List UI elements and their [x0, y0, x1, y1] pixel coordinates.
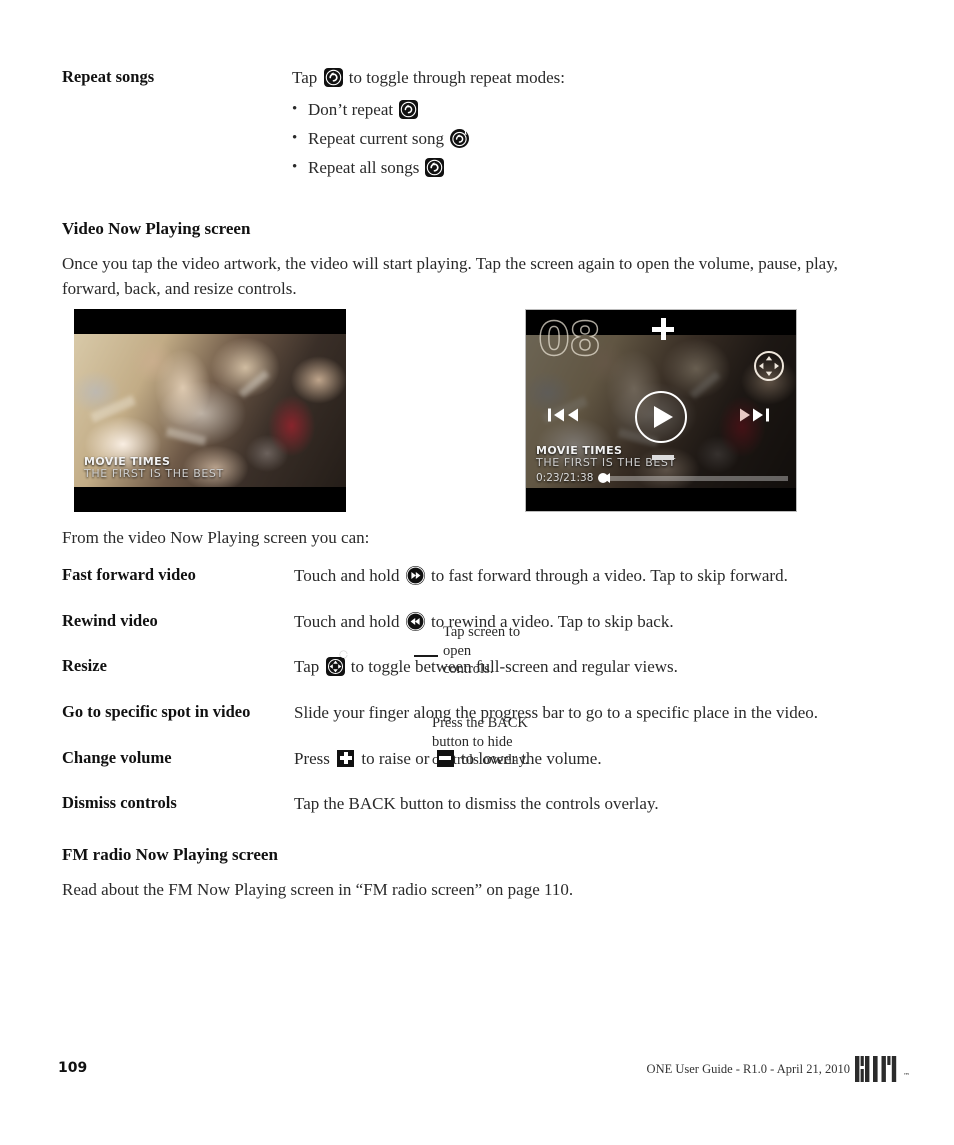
fm-radio-section: FM radio Now Playing screen Read about t…: [62, 845, 892, 903]
definition-term: Rewind video: [62, 610, 158, 630]
minus-icon[interactable]: [652, 455, 674, 460]
play-triangle: [654, 406, 673, 428]
list-item: • Repeat current song 1: [292, 129, 892, 149]
repeat-songs-row: Repeat songs Tap to toggle through repea…: [62, 66, 892, 187]
definition-text-after: to fast forward through a video. Tap to …: [431, 566, 788, 585]
repeat-all-icon: [425, 158, 445, 178]
video-section-intro: Once you tap the video artwork, the vide…: [62, 254, 838, 298]
table-row: Change volume Press to raise or to lower…: [62, 747, 902, 772]
table-row: Dismiss controls Tap the BACK button to …: [62, 792, 902, 817]
page-number: 109: [58, 1060, 88, 1076]
progress-bar-track[interactable]: [598, 472, 788, 483]
fast-forward-icon: [405, 566, 425, 585]
bullet-marker: •: [292, 130, 298, 147]
video-screenshot-with-controls: MOVIE TIMES THE FIRST IS THE BEST 0:23/2…: [525, 309, 797, 512]
rewind-icon[interactable]: [548, 407, 582, 428]
fm-section-heading: FM radio Now Playing screen: [62, 845, 278, 864]
callout-leader-white: [345, 653, 409, 656]
repeat-mode-label: Repeat all songs: [308, 157, 420, 177]
definition-description: Tap to toggle between full-screen and re…: [294, 655, 902, 680]
definition-text-after: to toggle between full-screen and regula…: [350, 657, 678, 677]
fast-forward-icon[interactable]: [740, 407, 774, 428]
trademark-symbol: ™: [903, 1072, 910, 1080]
kin-logo: [854, 1054, 900, 1084]
plus-icon: [337, 749, 355, 767]
from-video-screen-line: From the video Now Playing screen you ca…: [62, 528, 370, 547]
definition-description: Press to raise or to lower the volume.: [294, 747, 902, 772]
bullet-marker: •: [292, 159, 298, 176]
definition-text-middle: to raise or: [361, 748, 430, 768]
repeat-off-icon: [399, 100, 419, 120]
repeat-songs-section: Repeat songs Tap to toggle through repea…: [62, 66, 892, 187]
minus-horizontal-bar: [439, 756, 452, 761]
table-row: Rewind video Touch and hold to rewind a …: [62, 610, 902, 635]
table-row: Resize Tap to toggle between full-screen…: [62, 655, 902, 680]
repeat-lead-line: Tap to toggle through repeat modes:: [292, 66, 892, 91]
plus-vertical-bar: [343, 752, 348, 765]
list-item: • Don’t repeat: [292, 100, 892, 120]
footer-metadata: ONE User Guide - R1.0 - April 21, 2010: [646, 1062, 850, 1076]
definition-term: Fast forward video: [62, 565, 196, 584]
table-row: Fast forward video Touch and hold to fas…: [62, 564, 902, 589]
repeat-mode-label: Repeat current song: [308, 128, 444, 148]
repeat-songs-description: Tap to toggle through repeat modes: • Do…: [292, 66, 892, 187]
definition-description: Touch and hold to fast forward through a…: [294, 564, 902, 589]
repeat-icon: [323, 68, 343, 87]
definition-description: Tap the BACK button to dismiss the contr…: [294, 794, 659, 814]
repeat-lead-text: Tap: [292, 68, 318, 87]
repeat-songs-term: Repeat songs: [62, 67, 155, 86]
video-screenshot-without-controls: MOVIE TIMES THE FIRST IS THE BEST: [74, 309, 346, 512]
minus-icon: [436, 749, 454, 767]
bullet-marker: •: [292, 101, 298, 118]
video-frame-left: MOVIE TIMES THE FIRST IS THE BEST: [74, 334, 346, 487]
plus-icon[interactable]: [652, 318, 674, 340]
definition-text-after: to rewind a video. Tap to skip back.: [431, 611, 674, 631]
svg-text:1: 1: [463, 130, 467, 137]
video-caption-left: MOVIE TIMES THE FIRST IS THE BEST: [84, 455, 224, 481]
video-actions-definition-list: Fast forward video Touch and hold to fas…: [62, 564, 902, 817]
screenshot-figure-group: MOVIE TIMES THE FIRST IS THE BEST MOVIE …: [62, 305, 902, 768]
definition-term: Dismiss controls: [62, 793, 177, 813]
plus-vertical-bar: [660, 318, 666, 340]
play-icon[interactable]: [635, 391, 687, 443]
volume-level-indicator: 08: [537, 312, 601, 366]
resize-icon[interactable]: [754, 351, 784, 381]
video-section-heading: Video Now Playing screen: [62, 219, 251, 238]
definition-term: Go to specific spot in video: [62, 701, 251, 721]
definition-text-before: Touch and hold: [294, 611, 400, 631]
repeat-mode-label: Don’t repeat: [308, 99, 394, 119]
fm-section-body: Read about the FM Now Playing screen in …: [62, 880, 574, 899]
video-now-playing-section: Video Now Playing screen Once you tap th…: [62, 219, 892, 301]
definition-text-before: Tap: [294, 657, 320, 677]
resize-icon: [325, 657, 345, 677]
page-footer: 109 ONE User Guide - R1.0 - April 21, 20…: [0, 1052, 954, 1102]
progress-bar-row[interactable]: 0:23/21:38: [536, 472, 788, 484]
video-timestamp: 0:23/21:38: [536, 472, 594, 484]
definition-term: Resize: [62, 656, 107, 676]
document-page: Repeat songs Tap to toggle through repea…: [0, 0, 954, 1145]
list-item: • Repeat all songs: [292, 158, 892, 178]
repeat-one-icon: 1: [449, 129, 469, 149]
definition-text-before: Press: [294, 748, 330, 768]
definition-text-after: to lower the volume.: [460, 748, 602, 768]
repeat-modes-list: • Don’t repeat • Repeat current song 1 •…: [292, 100, 892, 178]
definition-description: Touch and hold to rewind a video. Tap to…: [294, 610, 902, 635]
definition-description: Slide your finger along the progress bar…: [294, 702, 819, 722]
definition-text-before: Touch and hold: [294, 566, 400, 585]
table-row: Go to specific spot in video Slide your …: [62, 701, 902, 726]
repeat-lead-after: to toggle through repeat modes:: [348, 68, 565, 87]
caption-subtitle: THE FIRST IS THE BEST: [84, 467, 224, 481]
rewind-icon: [405, 611, 425, 631]
definition-term: Change volume: [62, 747, 172, 767]
